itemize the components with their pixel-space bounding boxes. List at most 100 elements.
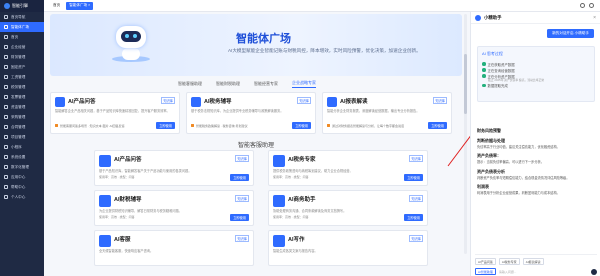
tutor-icon	[99, 195, 111, 207]
chat-input[interactable]: 请输入问题...	[499, 270, 588, 274]
sidebar-item[interactable]: 工资管理	[0, 72, 44, 82]
sidebar-item[interactable]: 个人中心	[0, 192, 44, 202]
use-now-button[interactable]: 立即使用	[404, 214, 423, 221]
assistant-answer: 财务风险预警 判断依据与处理 负债率高于行业均值，建议关注偿债能力，优化融资结构…	[477, 124, 595, 196]
knowledge-badge: 知识库	[161, 97, 175, 104]
sidebar-item-label: 小程序	[11, 144, 22, 149]
quick-chip[interactable]: AI税务专家	[498, 258, 520, 265]
tab-customer-service[interactable]: 智能客服助理	[178, 81, 202, 87]
sidebar-item[interactable]: 合同管理	[0, 122, 44, 132]
menu-icon	[4, 165, 8, 169]
sidebar-item[interactable]: 数字化管理	[0, 162, 44, 172]
bell-icon[interactable]	[580, 3, 585, 8]
sidebar-item[interactable]: 税务管理	[0, 82, 44, 92]
use-now-button[interactable]: 立即使用	[292, 122, 311, 129]
close-icon[interactable]: ×	[593, 15, 596, 21]
knowledge-badge: 知识库	[235, 195, 249, 202]
new-chat-button[interactable]: 新的对话开启 小精助手	[547, 29, 594, 38]
agent-card[interactable]: AI商务助手 知识库 协助处理商务沟通、合同条款解读及商务文档撰写。 使用率：高…	[268, 190, 428, 226]
agent-card[interactable]: AI产品问答 知识库 基于产品知识库，智能解答客户关于产品功能与使用的各类问题。…	[94, 150, 254, 186]
sidebar-item-label: 系统设置	[11, 154, 26, 159]
sidebar-item[interactable]: 项目管理	[0, 132, 44, 142]
sidebar-item[interactable]: 小程序	[0, 142, 44, 152]
featured-card[interactable]: AI产品问答 知识库 智能解答企业产品相关问题，基于产品知识库快速精准回复，提升…	[50, 92, 180, 134]
answer-paragraph: 负债率高于行业均值，建议关注偿债能力，优化融资结构。	[477, 145, 560, 149]
sidebar-item[interactable]: 资金管理	[0, 102, 44, 112]
writing-icon	[273, 235, 285, 247]
card-footnote: 智能税务政策解读 · 税务咨询·筹划建议	[196, 123, 248, 128]
sidebar-item-label: 合同管理	[11, 124, 26, 129]
knowledge-badge: 知识库	[297, 97, 311, 104]
check-icon	[482, 74, 486, 78]
tab-business-expert[interactable]: 智能经营专家	[254, 81, 278, 87]
featured-card[interactable]: AI报表解读 知识库 智能分析企业财务报表，深度解读经营数据，输出专业分析报告。…	[322, 92, 452, 134]
thinking-step: 数据提取完成	[482, 83, 590, 89]
answer-heading: 财务风险预警	[477, 128, 501, 133]
scrollbar-thumb[interactable]	[464, 54, 467, 114]
user-avatar-icon[interactable]	[589, 3, 594, 8]
quick-chip[interactable]: AI报表解读	[522, 258, 544, 265]
agent-card[interactable]: AI财税辅导 知识库 为企业提供财税知识辅导，解答日常财务与税务疑难问题。 使用…	[94, 190, 254, 226]
card-description: 提供税务政策咨询与纳税筹划建议，助力企业合规经营。	[273, 169, 353, 173]
sidebar-item[interactable]: 帮助中心	[0, 182, 44, 192]
sidebar-item[interactable]: 采购管理	[0, 112, 44, 122]
use-now-button[interactable]: 立即使用	[404, 174, 423, 181]
tab-agent-plaza[interactable]: 智能体广场 ×	[66, 1, 94, 10]
card-title: AI产品问答	[68, 99, 96, 105]
report-icon	[327, 97, 337, 107]
use-now-button[interactable]: 立即使用	[230, 174, 249, 181]
menu-icon	[4, 135, 8, 139]
agent-card[interactable]: AI写作 知识库 智能生成各类文案与报告内容。	[268, 230, 428, 266]
menu-icon	[4, 25, 8, 29]
category-tabs: 智能客服助理 智能财税助理 智能经营专家 企业战略专家	[50, 79, 462, 89]
assistant-header: 小精助手 ×	[471, 12, 600, 24]
send-icon[interactable]	[591, 268, 597, 275]
use-now-button[interactable]: 立即使用	[230, 214, 249, 221]
card-description: 基于税务法规知识库，为企业提供专业税务辅导与政策解读服务。	[191, 109, 284, 113]
tax-icon	[191, 97, 201, 107]
sidebar-item[interactable]: 首页导航	[0, 12, 44, 22]
app-logo[interactable]: 智能引擎	[0, 0, 44, 12]
card-description: 智能生成各类文案与报告内容。	[273, 249, 318, 253]
knowledge-badge: 知识库	[235, 155, 249, 162]
agent-card[interactable]: AI客服 知识库 全天候智能客服，快速响应客户咨询。	[94, 230, 254, 266]
sidebar-item[interactable]: 首页	[0, 32, 44, 42]
tab-strategy-expert[interactable]: 企业战略专家	[292, 80, 316, 88]
ai-qa-icon	[99, 155, 111, 167]
menu-icon	[4, 55, 8, 59]
answer-heading: 资产负债表分析	[477, 168, 505, 174]
mode-selector[interactable]: AI智能助理	[475, 268, 496, 275]
quick-chip[interactable]: AI产品问答	[475, 258, 496, 265]
thinking-title: AI 思考过程	[482, 51, 503, 56]
tag-icon	[327, 124, 330, 127]
sidebar-item[interactable]: 财务管理	[0, 52, 44, 62]
use-now-button[interactable]: 立即使用	[156, 122, 175, 129]
step-label: 正在获取资产数据	[487, 62, 515, 67]
tag-icon	[191, 124, 194, 127]
card-meta: 使用率：高效 · 类型：问答	[273, 215, 309, 220]
menu-icon	[4, 85, 8, 89]
menu-icon	[4, 125, 8, 129]
tab-home[interactable]: 首页	[50, 2, 63, 10]
agent-card[interactable]: AI税务专家 知识库 提供税务政策咨询与纳税筹划建议，助力企业合规经营。 使用率…	[268, 150, 428, 186]
menu-icon	[4, 155, 8, 159]
tab-finance-tax[interactable]: 智能财税助理	[216, 81, 240, 87]
menu-icon	[4, 95, 8, 99]
sidebar-item[interactable]: 发票管理	[0, 92, 44, 102]
sidebar-item-label: 项目管理	[11, 134, 26, 139]
card-meta: 使用率：高效 · 类型：问答	[273, 175, 309, 180]
sidebar-item-label: 数字化管理	[11, 164, 29, 169]
sidebar-item-label: 企业经营	[11, 44, 26, 49]
featured-card[interactable]: AI税务辅导 知识库 基于税务法规知识库，为企业提供专业税务辅导与政策解读服务。…	[186, 92, 316, 134]
sidebar-item[interactable]: 企业经营	[0, 42, 44, 52]
sidebar-item[interactable]: 固定资产	[0, 62, 44, 72]
card-title: AI税务专家	[288, 157, 316, 163]
sidebar-item[interactable]: 智能体广场	[0, 22, 44, 32]
sidebar-item[interactable]: 应用中心	[0, 172, 44, 182]
hero-banner: 智能体广场 AI大模型赋能企业智能记账与财税风控，降本增效，实时风险预警，优化决…	[50, 14, 462, 76]
menu-icon	[4, 145, 8, 149]
sidebar-item[interactable]: 系统设置	[0, 152, 44, 162]
service-icon	[99, 235, 111, 247]
assistant-title: 小精助手	[484, 14, 502, 20]
card-title: AI商务助手	[288, 197, 316, 203]
